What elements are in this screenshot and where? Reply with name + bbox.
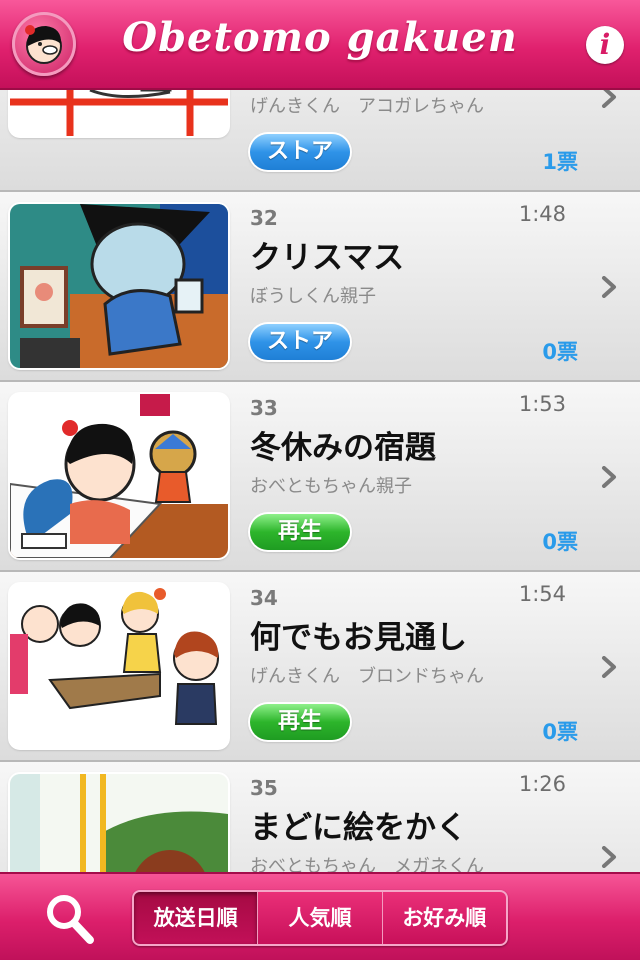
bottom-toolbar: 放送日順 人気順 お好み順 [0, 872, 640, 960]
episode-thumbnail [10, 394, 228, 558]
store-button[interactable]: ストア [250, 134, 350, 170]
vote-count: 0票 [542, 530, 578, 554]
tab-sort-by-popularity[interactable]: 人気順 [257, 892, 382, 944]
episode-title: クリスマス [250, 240, 405, 276]
episode-row[interactable]: 32 1:48 クリスマス ぼうしくん親子 ストア 0票 [0, 192, 640, 382]
episode-characters: げんきくん ブロンドちゃん [250, 666, 484, 687]
episode-thumbnail [10, 584, 228, 748]
vote-count: 0票 [542, 720, 578, 744]
episode-title: まどに絵をかく [250, 810, 467, 846]
vote-count: 1票 [542, 150, 578, 174]
play-button[interactable]: 再生 [250, 704, 350, 740]
episode-row[interactable]: 33 1:53 冬休みの宿題 おべともちゃん親子 再生 0票 [0, 382, 640, 572]
episode-duration: 1:54 [518, 582, 566, 606]
episode-title: 冬休みの宿題 [250, 430, 436, 466]
tab-sort-by-date[interactable]: 放送日順 [134, 892, 258, 944]
episode-characters: げんきくん アコガレちゃん [250, 96, 484, 117]
store-button[interactable]: ストア [250, 324, 350, 360]
app-title: Obetomo gakuen [122, 14, 518, 61]
episode-duration: 1:48 [518, 202, 566, 226]
episode-number: 32 [250, 206, 278, 230]
episode-characters: ぼうしくん親子 [250, 286, 376, 307]
tab-sort-by-favorites[interactable]: お好み順 [381, 892, 506, 944]
chevron-right-icon [602, 656, 616, 678]
episode-duration: 1:53 [518, 392, 566, 416]
chevron-right-icon [602, 276, 616, 298]
episode-number: 34 [250, 586, 278, 610]
search-icon[interactable] [40, 890, 98, 948]
episode-number: 35 [250, 776, 278, 800]
episode-number: 33 [250, 396, 278, 420]
vote-count: 0票 [542, 340, 578, 364]
episode-duration: 1:26 [518, 772, 566, 796]
chevron-right-icon [602, 846, 616, 868]
play-button[interactable]: 再生 [250, 514, 350, 550]
episode-characters: おべともちゃん親子 [250, 476, 412, 497]
episode-thumbnail [10, 204, 228, 368]
sort-segmented-control: 放送日順 人気順 お好み順 [132, 890, 508, 946]
episode-row[interactable]: 34 1:54 何でもお見通し げんきくん ブロンドちゃん 再生 0票 [0, 572, 640, 762]
app-header: Obetomo gakuen i [0, 0, 640, 90]
chevron-right-icon [602, 466, 616, 488]
info-button[interactable]: i [586, 26, 624, 64]
episode-title: 何でもお見通し [250, 620, 467, 656]
